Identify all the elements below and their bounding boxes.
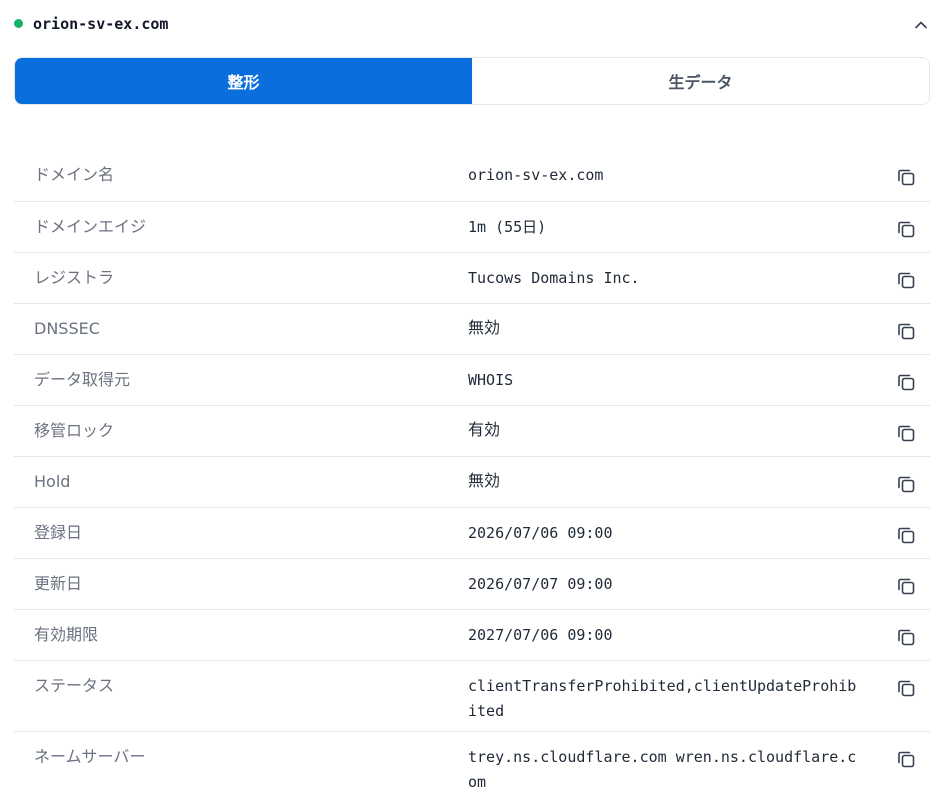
row-label: 有効期限 [34,625,99,644]
copy-button[interactable] [895,218,917,240]
copy-button[interactable] [895,422,917,444]
tab-raw-data[interactable]: 生データ [472,58,929,104]
whois-table: ドメイン名 orion-sv-ex.com ドメインエイジ 1m (55日) レ… [14,150,930,798]
row-label: DNSSEC [34,319,100,338]
copy-button[interactable] [895,320,917,342]
row-value: trey.ns.cloudflare.com wren.ns.cloudflar… [468,748,857,791]
domain-title: orion-sv-ex.com [33,15,169,33]
view-tabs: 整形 生データ [14,57,930,105]
chevron-up-icon [915,21,927,29]
row-value: 2026/07/07 09:00 [468,575,613,593]
row-label: Hold [34,472,71,491]
copy-icon [898,374,915,391]
domain-header: orion-sv-ex.com [0,0,946,48]
row-value: WHOIS [468,371,514,389]
row-hold: Hold 無効 [14,457,930,508]
copy-icon [898,751,915,768]
copy-button[interactable] [895,677,917,699]
copy-button[interactable] [895,166,917,188]
row-label: ネームサーバー [34,747,146,766]
row-registrar: レジストラ Tucows Domains Inc. [14,253,930,304]
row-label: データ取得元 [34,370,131,389]
tab-formatted[interactable]: 整形 [15,58,472,104]
row-expiry-date: 有効期限 2027/07/06 09:00 [14,610,930,661]
row-domain-name: ドメイン名 orion-sv-ex.com [14,150,930,202]
copy-button[interactable] [895,473,917,495]
row-status: ステータス clientTransferProhibited,clientUpd… [14,661,930,732]
row-value: 無効 [468,318,501,337]
copy-icon [898,272,915,289]
copy-icon [898,221,915,238]
collapse-button[interactable] [910,14,932,36]
row-nameservers: ネームサーバー trey.ns.cloudflare.com wren.ns.c… [14,732,930,798]
row-dnssec: DNSSEC 無効 [14,304,930,355]
row-label: 移管ロック [34,421,115,440]
copy-button[interactable] [895,524,917,546]
copy-button[interactable] [895,748,917,770]
row-transfer-lock: 移管ロック 有効 [14,406,930,457]
row-updated-date: 更新日 2026/07/07 09:00 [14,559,930,610]
row-value: 有効 [468,420,501,439]
row-value: 無効 [468,471,501,490]
status-dot [14,19,23,28]
row-value: clientTransferProhibited,clientUpdatePro… [468,677,857,720]
row-value: Tucows Domains Inc. [468,269,640,287]
row-value: 2026/07/06 09:00 [468,524,613,542]
copy-icon [898,680,915,697]
row-label: 登録日 [34,523,83,542]
copy-button[interactable] [895,575,917,597]
copy-button[interactable] [895,371,917,393]
copy-icon [898,629,915,646]
copy-icon [898,527,915,544]
copy-icon [898,425,915,442]
copy-icon [898,323,915,340]
row-label: 更新日 [34,574,83,593]
copy-button[interactable] [895,626,917,648]
copy-button[interactable] [895,269,917,291]
row-label: レジストラ [34,268,115,287]
row-data-source: データ取得元 WHOIS [14,355,930,406]
row-value: 1m (55日) [468,218,547,236]
row-value: orion-sv-ex.com [468,166,604,184]
row-registered-date: 登録日 2026/07/06 09:00 [14,508,930,559]
copy-icon [898,578,915,595]
row-label: ドメインエイジ [34,217,147,236]
row-domain-age: ドメインエイジ 1m (55日) [14,202,930,253]
row-value: 2027/07/06 09:00 [468,626,613,644]
row-label: ドメイン名 [34,165,115,184]
row-label: ステータス [34,676,115,695]
copy-icon [898,169,915,186]
copy-icon [898,476,915,493]
